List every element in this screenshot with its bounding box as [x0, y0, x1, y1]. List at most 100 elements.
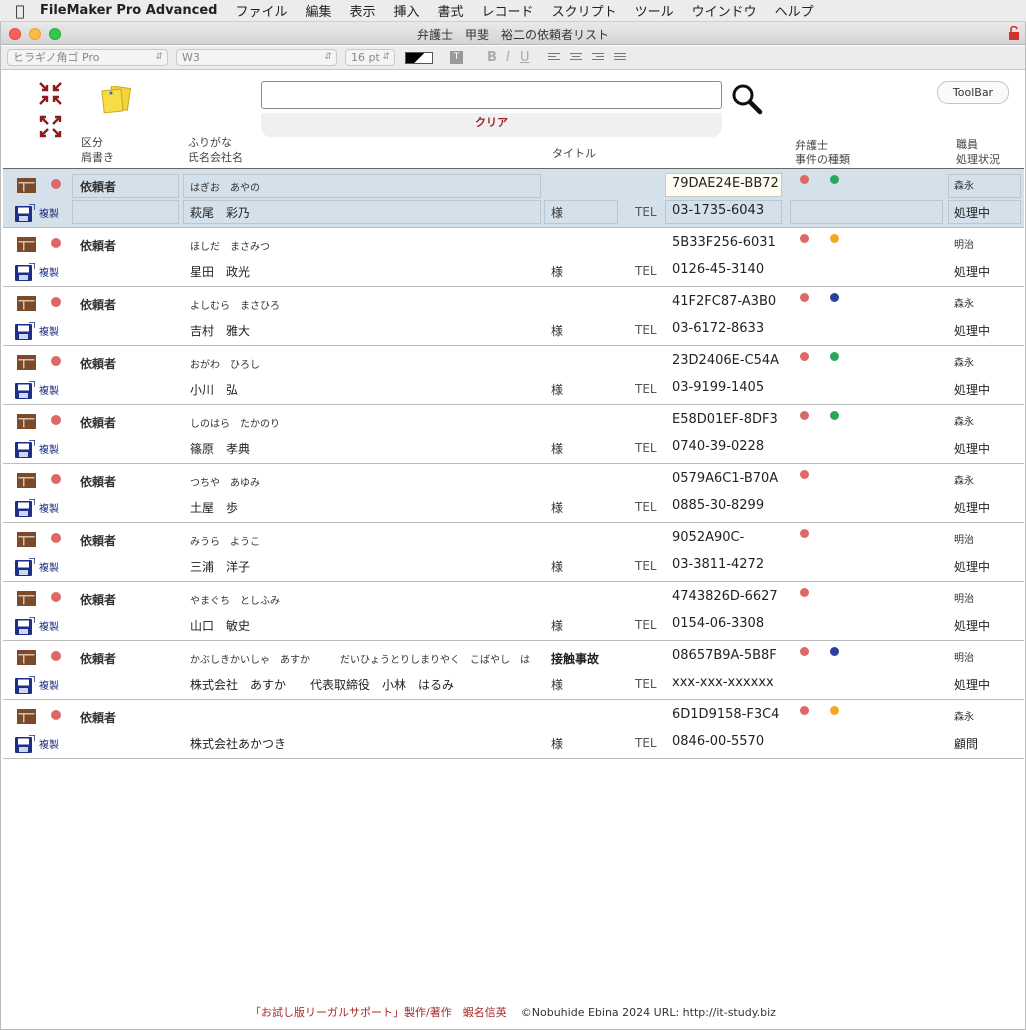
form-view-icon[interactable] — [17, 709, 36, 724]
record-row[interactable]: 複製 依頼者 はぎお あやの 萩尾 彩乃 様 TEL 79DAE24E-BB72… — [3, 169, 1024, 228]
menu-scripts[interactable]: スクリプト — [552, 1, 617, 20]
align-justify-icon[interactable] — [614, 53, 626, 63]
menu-tools[interactable]: ツール — [635, 1, 674, 20]
menu-insert[interactable]: 挿入 — [394, 1, 420, 20]
text-color-swatch[interactable] — [405, 52, 433, 64]
case-type-dot — [830, 647, 839, 656]
align-right-icon[interactable] — [592, 53, 604, 63]
font-family-select[interactable]: ヒラギノ角ゴ Pro ⇵ — [7, 49, 168, 66]
clear-button[interactable]: クリア — [261, 113, 722, 137]
duplicate-record-icon[interactable] — [15, 322, 35, 340]
menu-file[interactable]: ファイル — [235, 1, 287, 20]
name-value: 株式会社 あすか 代表取締役 小林 はるみ — [190, 678, 455, 692]
toolbar-button[interactable]: ToolBar — [937, 81, 1009, 104]
lawyer-dot — [800, 470, 809, 479]
furigana-value: かぶしきかいしゃ あすか だいひょうとりしまりやく こばやし は — [190, 655, 530, 664]
form-view-icon[interactable] — [17, 473, 36, 488]
text-style-icon[interactable]: T — [450, 51, 463, 64]
sticky-notes-icon[interactable] — [101, 86, 131, 114]
duplicate-label[interactable]: 複製 — [39, 323, 59, 338]
duplicate-label[interactable]: 複製 — [39, 264, 59, 279]
case-type-dot — [830, 352, 839, 361]
duplicate-record-icon[interactable] — [15, 204, 35, 222]
menu-edit[interactable]: 編集 — [305, 1, 331, 20]
underline-icon[interactable]: U — [520, 50, 530, 65]
form-view-icon[interactable] — [17, 237, 36, 252]
record-row[interactable]: 複製 依頼者 ほしだ まさみつ 星田 政光 様 TEL 5B33F256-603… — [3, 228, 1024, 287]
record-row[interactable]: 複製 依頼者 やまぐち としふみ 山口 敏史 様 TEL 4743826D-66… — [3, 582, 1024, 641]
menu-view[interactable]: 表示 — [350, 1, 376, 20]
status-dot — [51, 356, 61, 366]
record-row[interactable]: 複製 依頼者 かぶしきかいしゃ あすか だいひょうとりしまりやく こばやし は … — [3, 641, 1024, 700]
staff-value: 森永 — [954, 299, 974, 310]
duplicate-label[interactable]: 複製 — [39, 441, 59, 456]
lawyer-dot — [800, 352, 809, 361]
form-view-icon[interactable] — [17, 355, 36, 370]
apple-menu-icon[interactable]:  — [0, 2, 40, 20]
record-id-value: 0579A6C1-B70A — [672, 471, 779, 486]
form-view-icon[interactable] — [17, 178, 36, 193]
font-size-select[interactable]: 16 pt ⇵ — [345, 49, 395, 66]
case-type-dot — [830, 234, 839, 243]
menu-help[interactable]: ヘルプ — [775, 1, 814, 20]
duplicate-record-icon[interactable] — [15, 381, 35, 399]
case-type-field[interactable] — [790, 200, 943, 224]
menu-records[interactable]: レコード — [482, 1, 534, 20]
case-type-dot — [830, 411, 839, 420]
record-row[interactable]: 複製 依頼者 株式会社あかつき 様 TEL 6D1D9158-F3C4 0846… — [3, 700, 1024, 759]
duplicate-record-icon[interactable] — [15, 735, 35, 753]
status-value: 処理中 — [954, 501, 991, 515]
lawyer-dot — [800, 293, 809, 302]
form-view-icon[interactable] — [17, 414, 36, 429]
duplicate-label[interactable]: 複製 — [39, 205, 59, 220]
expand-arrows-icon[interactable] — [39, 115, 62, 138]
record-row[interactable]: 複製 依頼者 よしむら まさひろ 吉村 雅大 様 TEL 41F2FC87-A3… — [3, 287, 1024, 346]
katagaki-field[interactable] — [72, 200, 179, 224]
align-left-icon[interactable] — [548, 53, 560, 63]
tel-label: TEL — [635, 618, 657, 632]
form-view-icon[interactable] — [17, 591, 36, 606]
record-row[interactable]: 複製 依頼者 しのはら たかのり 篠原 孝典 様 TEL E58D01EF-8D… — [3, 405, 1024, 464]
menu-format[interactable]: 書式 — [438, 1, 464, 20]
form-view-icon[interactable] — [17, 650, 36, 665]
duplicate-label[interactable]: 複製 — [39, 736, 59, 751]
bold-icon[interactable]: B — [487, 50, 497, 65]
column-header-staff: 職員 — [956, 138, 978, 151]
record-id-value: 5B33F256-6031 — [672, 235, 776, 250]
menu-window[interactable]: ウインドウ — [692, 1, 757, 20]
italic-icon[interactable]: I — [506, 50, 510, 65]
status-dot — [51, 474, 61, 484]
duplicate-record-icon[interactable] — [15, 617, 35, 635]
search-icon[interactable] — [731, 83, 763, 115]
form-view-icon[interactable] — [17, 296, 36, 311]
duplicate-record-icon[interactable] — [15, 558, 35, 576]
duplicate-label[interactable]: 複製 — [39, 677, 59, 692]
align-center-icon[interactable] — [570, 53, 582, 63]
record-list[interactable]: 複製 依頼者 はぎお あやの 萩尾 彩乃 様 TEL 79DAE24E-BB72… — [3, 169, 1024, 759]
form-view-icon[interactable] — [17, 532, 36, 547]
name-value: 篠原 孝典 — [190, 442, 251, 456]
duplicate-label[interactable]: 複製 — [39, 618, 59, 633]
duplicate-label[interactable]: 複製 — [39, 500, 59, 515]
tel-label: TEL — [635, 500, 657, 514]
record-id-value: 6D1D9158-F3C4 — [672, 707, 780, 722]
record-row[interactable]: 複製 依頼者 みうら ようこ 三浦 洋子 様 TEL 9052A90C- 03-… — [3, 523, 1024, 582]
record-id-value: 08657B9A-5B8F — [672, 648, 777, 663]
kubun-value: 依頼者 — [80, 239, 117, 253]
duplicate-record-icon[interactable] — [15, 676, 35, 694]
phone-value: 0740-39-0228 — [672, 439, 765, 454]
duplicate-record-icon[interactable] — [15, 440, 35, 458]
record-row[interactable]: 複製 依頼者 おがわ ひろし 小川 弘 様 TEL 23D2406E-C54A … — [3, 346, 1024, 405]
name-value: 三浦 洋子 — [190, 560, 251, 574]
status-value: 処理中 — [954, 442, 991, 456]
duplicate-label[interactable]: 複製 — [39, 559, 59, 574]
search-input[interactable] — [261, 81, 722, 109]
unlock-icon[interactable] — [1008, 26, 1020, 40]
app-menu[interactable]: FileMaker Pro Advanced — [40, 3, 217, 18]
duplicate-record-icon[interactable] — [15, 263, 35, 281]
duplicate-label[interactable]: 複製 — [39, 382, 59, 397]
font-weight-select[interactable]: W3 ⇵ — [176, 49, 337, 66]
collapse-arrows-icon[interactable] — [39, 82, 62, 105]
record-row[interactable]: 複製 依頼者 つちや あゆみ 土屋 歩 様 TEL 0579A6C1-B70A … — [3, 464, 1024, 523]
duplicate-record-icon[interactable] — [15, 499, 35, 517]
